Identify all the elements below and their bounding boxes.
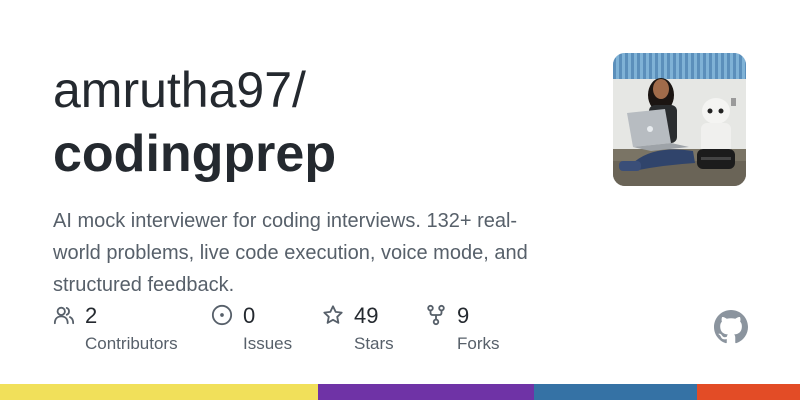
issue-circle-icon [211, 304, 233, 326]
language-segment [0, 384, 318, 400]
stars-count: 49 [354, 303, 379, 328]
forks-label: Forks [457, 334, 500, 353]
language-segment [318, 384, 534, 400]
issues-label: Issues [243, 334, 293, 353]
repo-social-card: amrutha97/ codingprep AI mock interviewe… [0, 0, 800, 400]
contributors-label: Contributors [85, 334, 178, 353]
language-segment [697, 384, 800, 400]
language-bar [0, 384, 800, 400]
repo-description: AI mock interviewer for coding interview… [53, 210, 528, 296]
issues-count: 0 [243, 303, 256, 328]
stars-label: Stars [354, 334, 394, 353]
github-logo-icon[interactable] [714, 310, 748, 344]
avatar-photo [613, 53, 746, 186]
people-icon [53, 306, 75, 325]
repo-owner[interactable]: amrutha97/ [53, 62, 306, 118]
repo-name[interactable]: codingprep [53, 124, 336, 184]
user-avatar[interactable] [613, 53, 746, 186]
language-segment [534, 384, 697, 400]
forks-count: 9 [457, 303, 470, 328]
contributors-count: 2 [85, 303, 98, 328]
fork-icon [427, 304, 445, 326]
star-icon [323, 305, 343, 324]
